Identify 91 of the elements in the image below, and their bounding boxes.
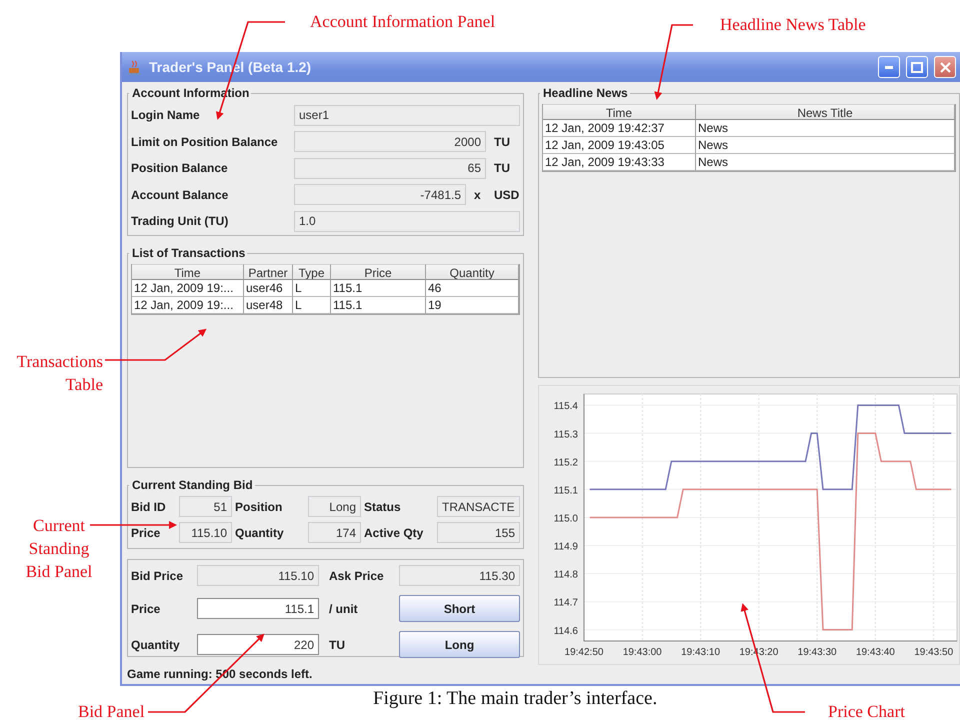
figure-caption: Figure 1: The main trader’s interface. — [373, 688, 658, 710]
readonly-field[interactable]: 51 — [179, 496, 232, 517]
x-tick-label: 19:43:00 — [622, 647, 662, 658]
table-cell: 12 Jan, 2009 19:... — [132, 280, 244, 297]
panel-title: List of Transactions — [131, 246, 246, 260]
readonly-field[interactable]: TRANSACTE — [437, 496, 520, 517]
unit-label: TU — [493, 161, 511, 176]
readonly-field[interactable]: -7481.5 — [294, 184, 466, 206]
table-cell: 46 — [426, 280, 519, 297]
column-header[interactable]: Time — [543, 104, 696, 120]
column-header[interactable]: Time — [132, 264, 244, 280]
annotation-label: Headline News Table — [720, 14, 866, 36]
readonly-field[interactable]: 2000 — [294, 131, 486, 152]
short-button[interactable]: Short — [399, 595, 520, 622]
coffee-cup-icon — [127, 59, 143, 75]
panel-title: Current Standing Bid — [131, 478, 254, 492]
field-label: Price — [131, 526, 162, 540]
y-tick-label: 115.1 — [554, 485, 578, 496]
column-header[interactable]: Price — [331, 264, 426, 280]
annotation-label: Price Chart — [828, 701, 905, 720]
field-label: Bid Price — [131, 568, 184, 582]
table-cell: user48 — [244, 297, 293, 314]
x-tick-label: 19:43:40 — [856, 647, 895, 658]
unit-label: TU — [328, 638, 346, 652]
annotation-label: Current Standing Bid Panel — [24, 515, 94, 583]
maximize-button[interactable] — [906, 56, 928, 78]
input-field[interactable]: 220 — [197, 634, 319, 655]
field-label: Trading Unit (TU) — [131, 214, 230, 228]
field-label: Active Qty — [364, 526, 424, 540]
y-tick-label: 115.3 — [554, 429, 578, 440]
field-label: Login Name — [131, 108, 201, 122]
y-tick-label: 115.4 — [554, 401, 578, 412]
annotation-label: Transactions Table — [16, 351, 103, 396]
field-label: Quantity — [235, 526, 285, 540]
unit-label: TU — [493, 134, 511, 149]
table-cell: 115.1 — [331, 280, 426, 297]
readonly-field[interactable]: 115.30 — [399, 565, 520, 586]
table-cell: L — [293, 297, 331, 314]
table-cell: 12 Jan, 2009 19:... — [132, 297, 244, 314]
table-cell: News — [696, 120, 955, 137]
x-tick-label: 19:42:50 — [564, 647, 604, 658]
minimize-button[interactable] — [878, 56, 900, 78]
field-label: Bid ID — [131, 500, 167, 514]
readonly-field[interactable]: 174 — [308, 522, 361, 543]
y-tick-label: 114.7 — [554, 598, 578, 609]
unit-label: / unit — [328, 602, 359, 616]
field-label: Quantity — [131, 638, 181, 652]
close-icon — [940, 62, 950, 72]
readonly-field[interactable]: 1.0 — [294, 210, 520, 232]
readonly-field[interactable]: 155 — [437, 522, 520, 543]
readonly-field[interactable]: user1 — [294, 104, 520, 126]
table-cell: News — [696, 137, 955, 154]
table-cell: 12 Jan, 2009 19:43:33 — [543, 154, 696, 171]
readonly-field[interactable]: 65 — [294, 158, 486, 179]
y-tick-label: 114.8 — [554, 570, 578, 581]
annotation-label: Account Information Panel — [310, 11, 496, 33]
input-field[interactable]: 115.1 — [197, 598, 319, 619]
panel-title: Headline News — [542, 86, 629, 100]
table-cell: user46 — [244, 280, 293, 297]
field-label: Status — [364, 500, 402, 514]
field-label: Position — [235, 500, 284, 514]
table-cell: 12 Jan, 2009 19:43:05 — [543, 137, 696, 154]
field-label: Account Balance — [131, 188, 230, 202]
maximize-icon — [911, 62, 923, 72]
long-button[interactable]: Long — [399, 631, 520, 658]
field-label: Ask Price — [328, 568, 385, 582]
x-tick-label: 19:43:50 — [914, 647, 954, 658]
field-label: Position Balance — [131, 161, 229, 176]
y-tick-label: 114.6 — [554, 626, 578, 637]
table-cell: 115.1 — [331, 297, 426, 314]
x-tick-label: 19:43:30 — [798, 647, 837, 658]
y-tick-label: 115.0 — [554, 514, 578, 524]
y-tick-label: 114.9 — [554, 542, 578, 553]
x-tick-label: 19:43:10 — [681, 647, 720, 658]
readonly-field[interactable]: 115.10 — [197, 565, 319, 586]
minimize-icon — [885, 66, 893, 68]
table-cell: News — [696, 154, 955, 171]
readonly-field[interactable]: 115.10 — [179, 522, 232, 543]
y-tick-label: 115.2 — [554, 457, 578, 468]
table-cell: L — [293, 280, 331, 297]
close-button[interactable] — [934, 56, 956, 78]
unit-label: USD — [493, 188, 520, 202]
annotation-label: Bid Panel — [78, 701, 145, 720]
readonly-field[interactable]: Long — [308, 496, 361, 517]
field-label: Price — [131, 602, 162, 616]
column-header[interactable]: News Title — [696, 104, 955, 120]
column-header[interactable]: Partner — [244, 264, 293, 280]
table-cell: 19 — [426, 297, 519, 314]
unit-label: x — [473, 188, 482, 202]
field-label: Limit on Position Balance — [131, 134, 279, 149]
table-cell: 12 Jan, 2009 19:42:37 — [543, 120, 696, 137]
